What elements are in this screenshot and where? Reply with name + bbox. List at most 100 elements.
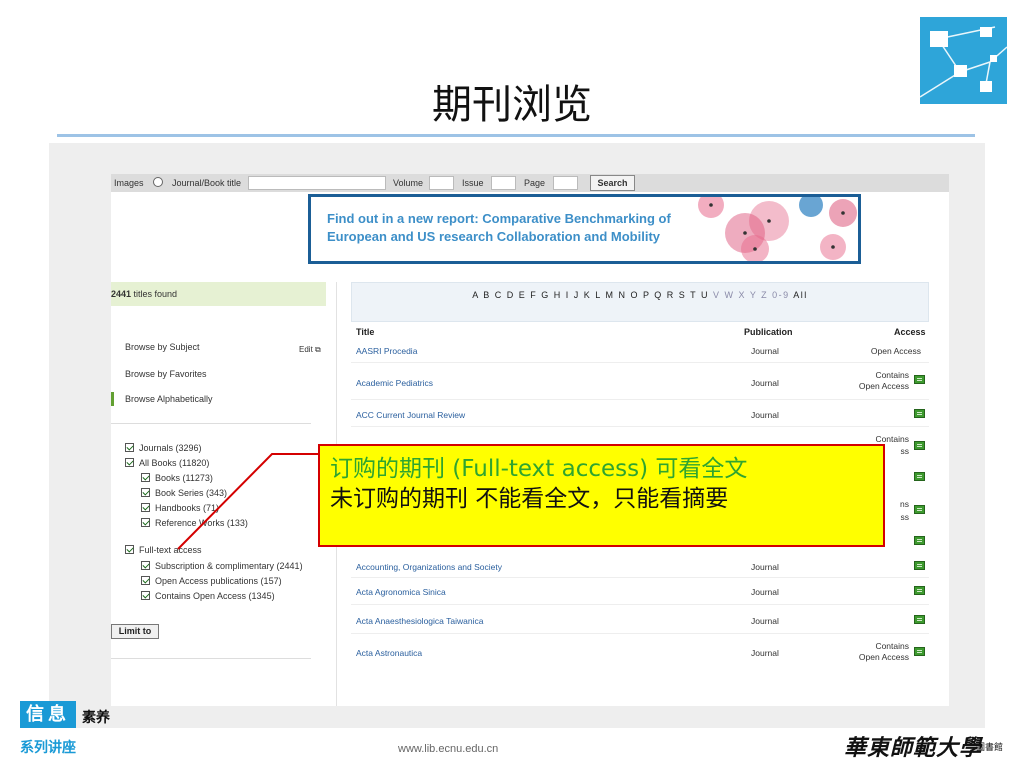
- quick-search-bar: Images Journal/Book title Volume Issue P…: [111, 174, 949, 192]
- banner-line-2: European and US research Collaboration a…: [327, 229, 660, 244]
- header-access[interactable]: Access: [894, 327, 926, 337]
- checkbox-checked-icon[interactable]: [141, 503, 150, 512]
- library-label: 圖書館: [976, 743, 1004, 753]
- table-row-title[interactable]: Academic Pediatrics: [356, 378, 433, 388]
- full-text-access-icon[interactable]: [914, 472, 925, 481]
- row-divider: [351, 426, 929, 427]
- checkbox-checked-icon[interactable]: [125, 458, 134, 467]
- sidebar-divider: [111, 423, 311, 424]
- row-divider: [351, 633, 929, 634]
- table-row-title[interactable]: Acta Astronautica: [356, 648, 422, 658]
- full-text-access-icon[interactable]: [914, 505, 925, 514]
- row-divider: [351, 362, 929, 363]
- filter-books[interactable]: Books (11273): [141, 473, 213, 483]
- page-input[interactable]: [553, 176, 578, 190]
- university-logo-text: 華東師範大學: [844, 735, 983, 761]
- sidebar-divider-bottom: [111, 658, 311, 659]
- partial-access-text: ss: [900, 512, 910, 522]
- volume-input[interactable]: [429, 176, 454, 190]
- full-text-access-icon[interactable]: [914, 615, 925, 624]
- checkbox-checked-icon[interactable]: [141, 561, 150, 570]
- callout-line-2: 未订购的期刊 不能看全文，只能看摘要: [330, 486, 729, 512]
- volume-label: Volume: [393, 178, 424, 188]
- table-row-publication: Journal: [751, 587, 779, 597]
- table-row-publication: Journal: [751, 346, 779, 356]
- filter-full-text-access[interactable]: Full-text access: [125, 545, 202, 555]
- search-button[interactable]: Search: [590, 175, 635, 191]
- network-logo-icon: [920, 17, 1007, 104]
- filter-contains-open-access[interactable]: Contains Open Access (1345): [141, 591, 275, 601]
- header-title[interactable]: Title: [356, 327, 374, 337]
- full-text-access-icon[interactable]: [914, 561, 925, 570]
- partial-access-text: ss: [900, 446, 910, 456]
- row-divider: [351, 577, 929, 578]
- row-divider: [351, 604, 929, 605]
- issue-label: Issue: [462, 178, 484, 188]
- partial-access-text: ns: [900, 499, 909, 509]
- alphabet-nav: A B C D E F G H I J K L M N O P Q R S T …: [351, 282, 929, 322]
- table-row-access: Contains Open Access: [858, 370, 909, 391]
- browse-by-favorites[interactable]: Browse by Favorites: [125, 369, 207, 379]
- screenshot-frame: Images Journal/Book title Volume Issue P…: [49, 143, 985, 728]
- table-row-title[interactable]: ACC Current Journal Review: [356, 410, 465, 420]
- checkbox-checked-icon[interactable]: [141, 591, 150, 600]
- checkbox-checked-icon[interactable]: [125, 545, 134, 554]
- title-rule: [57, 134, 975, 137]
- alphabet-all-link[interactable]: All: [793, 290, 808, 300]
- journal-title-input[interactable]: [248, 176, 386, 190]
- titles-found-count: 2441: [111, 289, 132, 299]
- lecture-series-label: 系列讲座: [20, 740, 76, 756]
- banner-line-1: Find out in a new report: Comparative Be…: [327, 211, 671, 226]
- filter-open-access[interactable]: Open Access publications (157): [141, 576, 282, 586]
- table-row-title[interactable]: Acta Anaesthesiologica Taiwanica: [356, 616, 483, 626]
- checkbox-checked-icon[interactable]: [141, 473, 150, 482]
- row-divider: [351, 399, 929, 400]
- edit-link[interactable]: Edit ⧉: [299, 345, 321, 355]
- callout-line-1: 订购的期刊 (Full-text access) 可看全文: [330, 456, 748, 482]
- titles-found-bar: 2441 titles found: [111, 282, 326, 306]
- browse-alphabetically[interactable]: Browse Alphabetically: [125, 394, 213, 404]
- table-row-publication: Journal: [751, 562, 779, 572]
- journal-title-label: Journal/Book title: [172, 178, 242, 188]
- images-radio[interactable]: [153, 177, 163, 187]
- filter-reference-works[interactable]: Reference Works (133): [141, 518, 248, 528]
- table-row-publication: Journal: [751, 616, 779, 626]
- page-label: Page: [524, 178, 546, 188]
- limit-to-button[interactable]: Limit to: [111, 624, 159, 639]
- filter-handbooks[interactable]: Handbooks (71): [141, 503, 219, 513]
- info-literacy-badge: 信息: [20, 701, 76, 728]
- annotation-callout: 订购的期刊 (Full-text access) 可看全文 未订购的期刊 不能看…: [318, 444, 885, 547]
- checkbox-checked-icon[interactable]: [125, 443, 134, 452]
- library-url: www.lib.ecnu.edu.cn: [398, 743, 499, 755]
- alphabet-letters-inactive[interactable]: V W X Y Z 0-9: [709, 290, 793, 300]
- table-row-title[interactable]: AASRI Procedia: [356, 346, 417, 356]
- alphabet-letters-active[interactable]: A B C D E F G H I J K L M N O P Q R S T …: [472, 290, 709, 300]
- browse-by-subject[interactable]: Browse by Subject: [125, 342, 200, 352]
- full-text-access-icon[interactable]: [914, 441, 925, 450]
- checkbox-checked-icon[interactable]: [141, 488, 150, 497]
- full-text-access-icon[interactable]: [914, 375, 925, 384]
- active-indicator: [111, 392, 114, 406]
- issue-input[interactable]: [491, 176, 516, 190]
- filter-subscription[interactable]: Subscription & complimentary (2441): [141, 561, 303, 571]
- checkbox-checked-icon[interactable]: [141, 576, 150, 585]
- images-label: Images: [114, 178, 144, 188]
- header-publication[interactable]: Publication: [744, 327, 793, 337]
- table-row-title[interactable]: Acta Agronomica Sinica: [356, 587, 446, 597]
- filter-all-books[interactable]: All Books (11820): [125, 458, 209, 468]
- full-text-access-icon[interactable]: [914, 647, 925, 656]
- full-text-access-icon[interactable]: [914, 409, 925, 418]
- table-row-access: Open Access: [870, 346, 921, 356]
- external-window-icon: ⧉: [315, 345, 321, 354]
- filter-journals[interactable]: Journals (3296): [125, 443, 202, 453]
- full-text-access-icon[interactable]: [914, 586, 925, 595]
- full-text-access-icon[interactable]: [914, 536, 925, 545]
- sciencedirect-page: Images Journal/Book title Volume Issue P…: [111, 174, 949, 706]
- checkbox-checked-icon[interactable]: [141, 518, 150, 527]
- table-row-publication: Journal: [751, 648, 779, 658]
- table-row-title[interactable]: Accounting, Organizations and Society: [356, 562, 502, 572]
- filter-book-series[interactable]: Book Series (343): [141, 488, 227, 498]
- report-banner[interactable]: Find out in a new report: Comparative Be…: [308, 194, 861, 264]
- table-row-publication: Journal: [751, 410, 779, 420]
- badge-side-text: 素养: [82, 710, 110, 726]
